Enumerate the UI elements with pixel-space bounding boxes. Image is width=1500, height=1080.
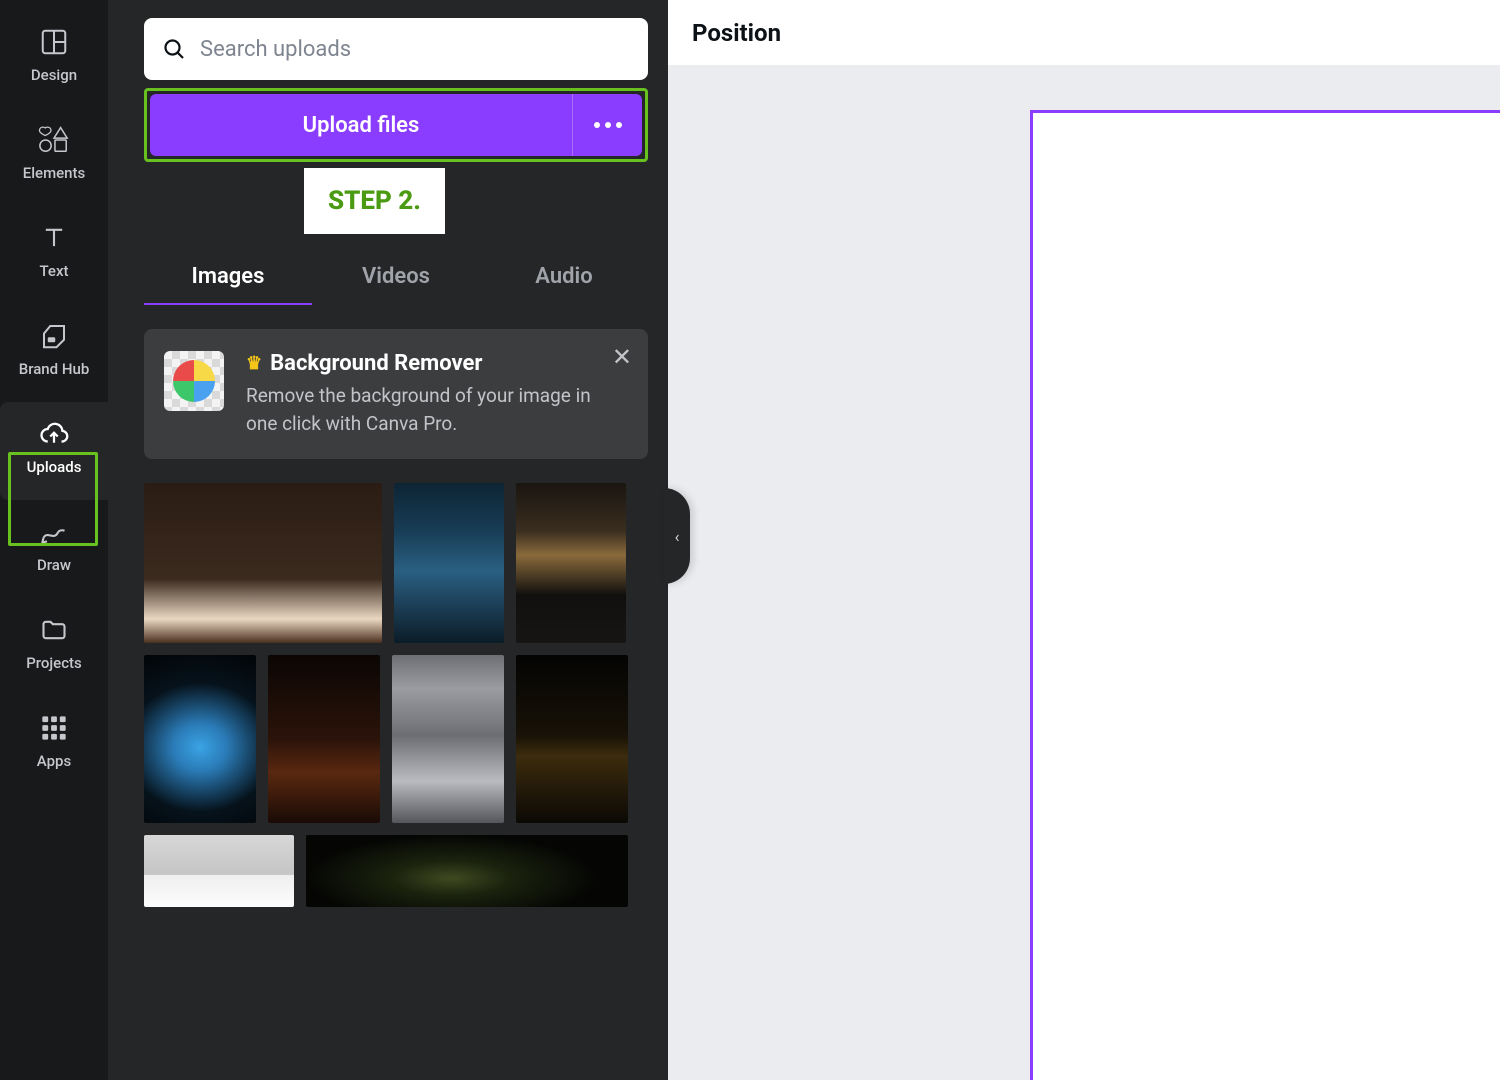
brandhub-icon	[38, 320, 70, 352]
workspace[interactable]	[668, 66, 1500, 1080]
editor-toolbar: Position	[668, 0, 1500, 66]
nav-item-draw[interactable]: Draw	[0, 500, 108, 598]
nav-label: Uploads	[27, 458, 82, 476]
nav-item-projects[interactable]: Projects	[0, 598, 108, 696]
tab-audio[interactable]: Audio	[480, 250, 648, 305]
more-icon	[594, 122, 622, 128]
nav-item-apps[interactable]: Apps	[0, 696, 108, 794]
step2-highlight: Upload files	[144, 88, 648, 162]
nav-label: Projects	[26, 654, 82, 672]
layout-icon	[38, 26, 70, 58]
cloud-upload-icon	[38, 418, 70, 450]
bg-remover-card[interactable]: ♛ Background Remover Remove the backgrou…	[144, 329, 648, 459]
upload-thumb[interactable]	[516, 483, 626, 643]
nav-item-elements[interactable]: Elements	[0, 108, 108, 206]
text-icon	[38, 222, 70, 254]
upload-thumb[interactable]	[144, 655, 256, 823]
nav-label: Brand Hub	[19, 360, 90, 378]
search-box[interactable]	[144, 18, 648, 80]
bg-remover-title: Background Remover	[270, 351, 482, 376]
collapse-panel-button[interactable]: ‹	[664, 488, 690, 584]
bg-remover-icon	[164, 351, 224, 411]
uploads-panel: Upload files STEP 2. Images Videos Audio…	[108, 0, 668, 1080]
shapes-icon	[38, 124, 70, 156]
crown-icon: ♛	[246, 353, 262, 374]
canvas-page[interactable]	[1030, 110, 1500, 1080]
nav-label: Draw	[37, 556, 71, 574]
step2-callout: STEP 2.	[304, 168, 445, 234]
media-tabs: Images Videos Audio	[144, 250, 648, 305]
upload-thumb[interactable]	[516, 655, 628, 823]
upload-thumb[interactable]	[144, 835, 294, 907]
folder-icon	[38, 614, 70, 646]
tab-videos[interactable]: Videos	[312, 250, 480, 305]
upload-more-button[interactable]	[572, 94, 642, 156]
uploads-gallery	[144, 483, 648, 907]
upload-thumb[interactable]	[394, 483, 504, 643]
upload-label: Upload files	[150, 113, 572, 138]
nav-label: Elements	[23, 164, 86, 182]
tab-images[interactable]: Images	[144, 250, 312, 305]
search-icon	[162, 37, 186, 61]
nav-item-uploads[interactable]: Uploads	[0, 402, 108, 500]
draw-icon	[38, 516, 70, 548]
nav-label: Design	[31, 66, 77, 84]
search-input[interactable]	[200, 37, 630, 62]
bg-remover-desc: Remove the background of your image in o…	[246, 382, 606, 437]
apps-grid-icon	[38, 712, 70, 744]
upload-thumb[interactable]	[306, 835, 628, 907]
canvas-area: Position	[668, 0, 1500, 1080]
upload-thumb[interactable]	[268, 655, 380, 823]
upload-files-button[interactable]: Upload files	[150, 94, 642, 156]
nav-item-text[interactable]: Text	[0, 206, 108, 304]
nav-item-brandhub[interactable]: Brand Hub	[0, 304, 108, 402]
chevron-left-icon: ‹	[675, 527, 680, 546]
upload-thumb[interactable]	[144, 483, 382, 643]
nav-label: Text	[39, 262, 68, 280]
position-button[interactable]: Position	[692, 19, 781, 47]
close-icon[interactable]: ✕	[612, 343, 632, 371]
upload-thumb[interactable]	[392, 655, 504, 823]
left-nav-rail: Design Elements Text Brand Hub	[0, 0, 108, 1080]
nav-item-design[interactable]: Design	[0, 10, 108, 108]
nav-label: Apps	[37, 752, 71, 770]
